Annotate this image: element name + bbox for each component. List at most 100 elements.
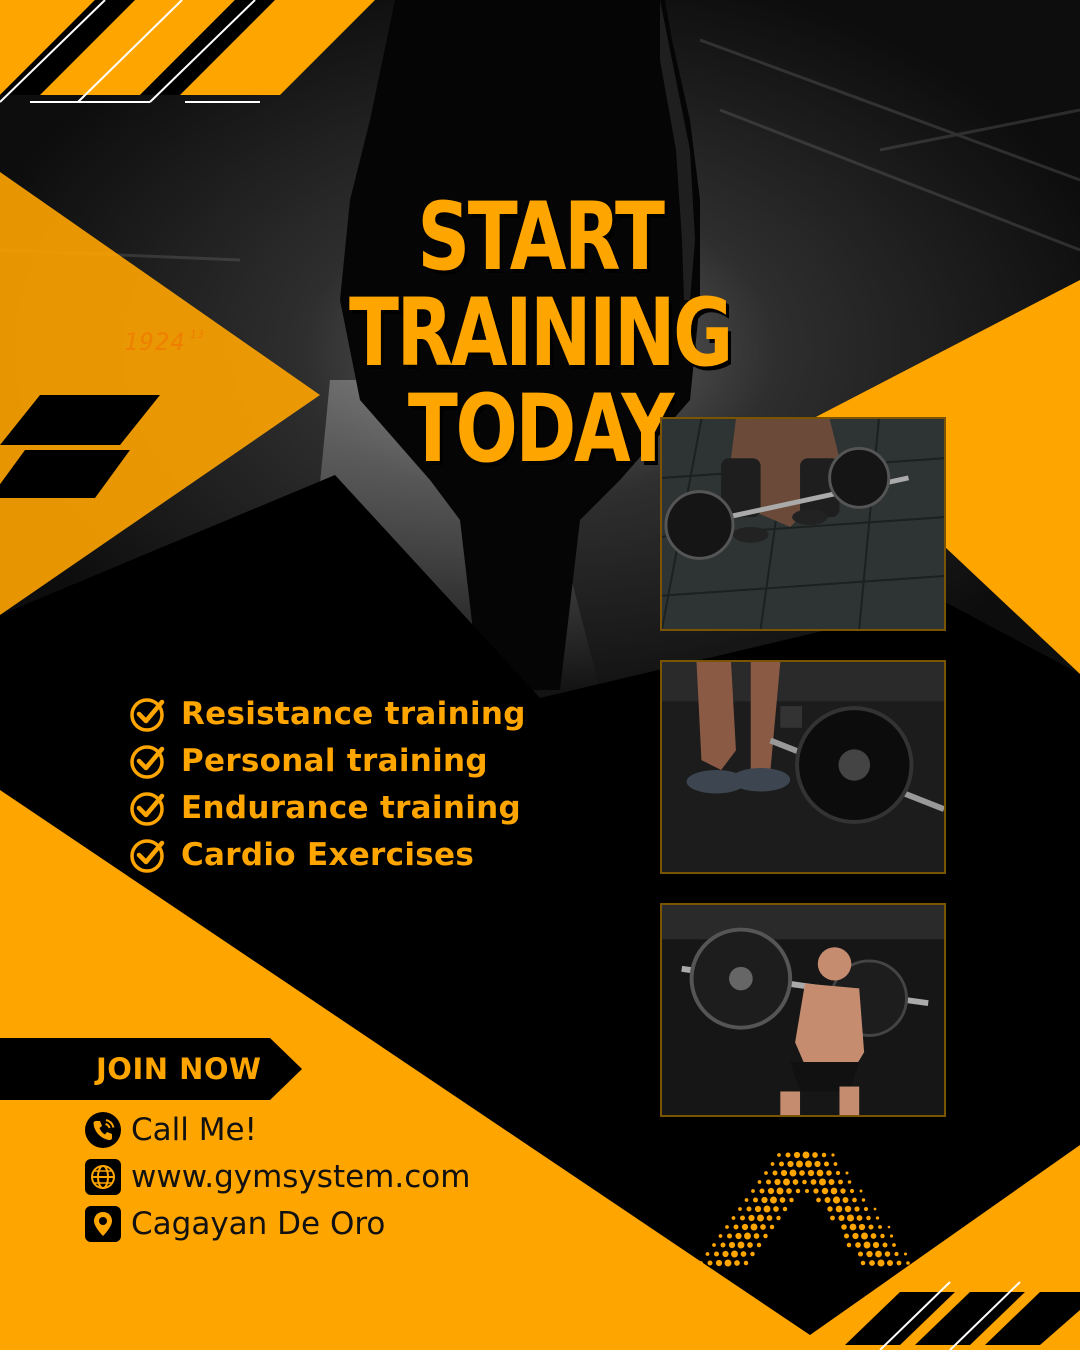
chevron-dot [720,1242,726,1248]
chevron-dot [875,1250,882,1258]
chevron-dot [861,1232,868,1240]
chevron-dot [793,1151,801,1159]
chevron-dot [731,1250,738,1258]
check-circle-icon [130,697,165,732]
chevron-dot [725,1225,729,1229]
chevron-dot [830,1187,838,1195]
chevron-dot [731,1216,736,1220]
contact-website[interactable]: www.gymsystem.com [84,1157,470,1197]
chevron-dot [782,1206,788,1212]
chevron-dot [864,1207,868,1211]
chevron-dot [786,1188,792,1194]
chevron-dot [751,1189,755,1193]
chevron-dot [789,1169,797,1177]
chevron-dot [826,1170,832,1176]
feature-label: Endurance training [181,789,521,826]
headline-line-1: START TRAINING [349,183,733,388]
chevron-dot [763,1233,768,1239]
feature-item: Resistance training [128,690,526,737]
chevron-dot [844,1205,852,1213]
chevron-dot [737,1241,745,1249]
chevron-dot [753,1197,758,1203]
deadlift-photo-1 [660,417,946,631]
chevron-dot [854,1206,860,1212]
chevron-dot [738,1207,742,1211]
chevron-dot [761,1196,768,1204]
chevron-dot [870,1233,877,1239]
chevron-dot [766,1179,771,1185]
chevron-dot [857,1251,864,1257]
chevron-dot [906,1261,910,1265]
chevron-dot [773,1206,779,1212]
chevron-dot [821,1152,827,1158]
chevron-dot [795,1188,801,1194]
chevron-dot [882,1242,888,1248]
chevron-dot [828,1178,835,1186]
chevron-dot [734,1260,740,1266]
chevron-dot [875,1216,880,1220]
chevron-dot [779,1197,786,1203]
chevron-dot [861,1198,866,1202]
chevron-dot [812,1152,818,1158]
chevron-dot [894,1251,899,1257]
chevron-dot [814,1160,821,1168]
chevron-dot [756,1242,762,1248]
chevron-dot [741,1223,749,1231]
website-label: www.gymsystem.com [131,1159,471,1195]
chevron-dot [776,1215,781,1221]
chevron-dot [838,1179,843,1185]
chevron-dot [776,1187,784,1195]
location-label: Cagayan De Oro [131,1206,386,1242]
chevron-dot [747,1242,753,1248]
chevron-dot [733,1224,739,1230]
chevron-dot [802,1151,810,1159]
chevron-dot [748,1214,755,1222]
deadlift-photo-2 [660,660,946,874]
chevron-dot [787,1160,794,1168]
chevron-dot [807,1169,815,1177]
chevron-dot [740,1251,747,1257]
chevron-dot [760,1224,766,1230]
chevron-dot [847,1180,852,1184]
chevron-dot [735,1232,742,1240]
contact-phone[interactable]: Call Me! [84,1110,257,1150]
chevron-dot [818,1178,827,1186]
chevron-dot [840,1188,846,1194]
chevron-dot [727,1233,732,1239]
chevron-dot [753,1233,760,1239]
chevron-dot [757,1180,762,1184]
chevron-dot [849,1223,857,1231]
chevron-dot [886,1259,894,1267]
chevron-dot [852,1232,859,1240]
feature-item: Cardio Exercises [128,831,526,878]
chevron-dot [863,1241,871,1249]
feature-label: Personal training [181,742,488,779]
chevron-dot [877,1259,885,1267]
chevron-dot [724,1259,732,1267]
digital-clock-readout: 1924 13 [124,328,206,356]
chevron-dot [774,1178,781,1186]
chevron-dot [744,1198,749,1202]
chevron-dot [835,1170,841,1176]
chevron-dot [852,1197,857,1203]
chevron-dot [770,1162,775,1166]
chevron-dot [813,1188,819,1194]
check-circle-icon [130,838,165,873]
chevron-dot [766,1215,773,1221]
chevron-dot [849,1188,855,1194]
chevron-dot [838,1214,845,1222]
chevron-dot [767,1187,775,1195]
chevron-dot [770,1196,777,1204]
chevron-dot [728,1241,736,1249]
chevron-dot [789,1197,794,1203]
chevron-dot [866,1250,873,1258]
join-now-button[interactable]: JOIN NOW [0,1038,302,1100]
chevron-dot [832,1196,841,1204]
chevron-dot [816,1197,821,1203]
contact-location[interactable]: Cagayan De Oro [84,1204,385,1244]
chevron-dot [750,1251,755,1257]
chevron-dot [821,1187,829,1195]
chevron-dot [805,1189,809,1193]
chevron-dot [792,1179,799,1185]
chevron-dot [884,1251,891,1257]
